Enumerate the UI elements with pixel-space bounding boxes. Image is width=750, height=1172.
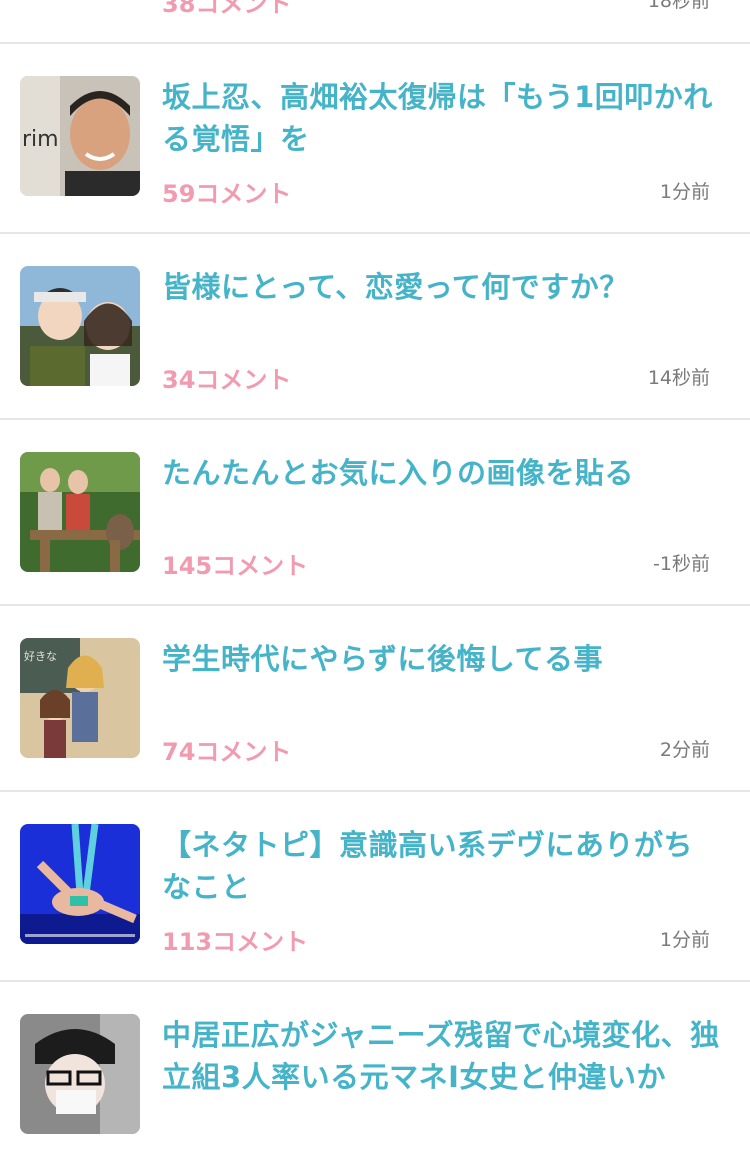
- comment-count: 59コメント: [162, 180, 292, 208]
- svg-text:好きな: 好きな: [24, 649, 57, 663]
- topic-title[interactable]: 【ネタトピ】意識高い系デヴにありがちなこと: [162, 824, 722, 908]
- topic-title[interactable]: たんたんとお気に入りの画像を貼る: [162, 452, 722, 494]
- comment-count: 74コメント: [162, 738, 292, 766]
- topic-thumbnail: 好きな: [20, 638, 140, 758]
- topic-thumbnail: [20, 452, 140, 572]
- topic-thumbnail: [20, 824, 140, 944]
- topic-title[interactable]: 中居正広がジャニーズ残留で心境変化、独立組3人率いる元マネI女史と仲違いか: [162, 1014, 722, 1098]
- topic-thumbnail: [20, 266, 140, 386]
- topic-item[interactable]: 中居正広がジャニーズ残留で心境変化、独立組3人率いる元マネI女史と仲違いか: [0, 982, 750, 1172]
- topic-item[interactable]: 【ネタトピ】意識高い系デヴにありがちなこと 113コメント 1分前: [0, 792, 750, 982]
- post-time: 1分前: [659, 929, 710, 951]
- comment-count: 34コメント: [162, 366, 292, 394]
- topic-title[interactable]: 皆様にとって、恋愛って何ですか？: [162, 266, 722, 308]
- post-time: 2分前: [659, 739, 710, 761]
- post-time: 14秒前: [647, 367, 710, 389]
- topic-item[interactable]: たんたんとお気に入りの画像を貼る 145コメント -1秒前: [0, 420, 750, 606]
- topic-title[interactable]: 坂上忍、高畑裕太復帰は「もう1回叩かれる覚悟」を: [162, 76, 722, 160]
- post-time: -1秒前: [653, 553, 710, 575]
- topic-thumbnail: rim: [20, 76, 140, 196]
- topic-item[interactable]: rim 坂上忍、高畑裕太復帰は「もう1回叩かれる覚悟」を 59コメント 1分前: [0, 44, 750, 234]
- topic-title[interactable]: 学生時代にやらずに後悔してる事: [162, 638, 722, 680]
- comment-count: 113コメント: [162, 928, 309, 956]
- comment-count: 38コメント: [162, 0, 292, 18]
- post-time: 1分前: [659, 181, 710, 203]
- topic-item[interactable]: 皆様にとって、恋愛って何ですか？ 34コメント 14秒前: [0, 234, 750, 420]
- post-time: 18秒前: [647, 0, 710, 12]
- topic-item[interactable]: 38コメント 18秒前: [0, 0, 750, 44]
- topic-thumbnail: [20, 1014, 140, 1134]
- comment-count: 145コメント: [162, 552, 309, 580]
- svg-text:rim: rim: [22, 127, 59, 152]
- topic-item[interactable]: 好きな 学生時代にやらずに後悔してる事 74コメント 2分前: [0, 606, 750, 792]
